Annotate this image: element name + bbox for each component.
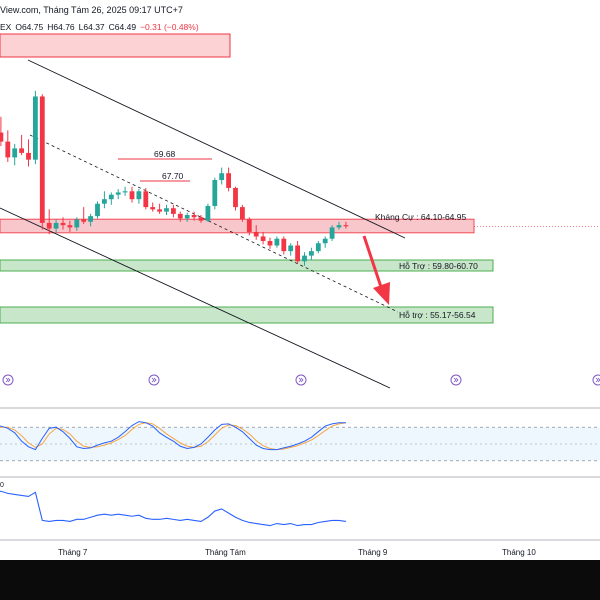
- bottom-bar: [0, 560, 600, 600]
- month-label-sep: Tháng 9: [358, 548, 388, 557]
- candle-body: [295, 245, 300, 262]
- candle-body: [177, 213, 183, 219]
- top-resistance-box: [0, 33, 231, 58]
- candle-body: [95, 203, 100, 217]
- candle-body: [274, 238, 280, 246]
- candle-body: [233, 187, 238, 208]
- candle-body: [288, 245, 294, 252]
- candle-body: [336, 225, 342, 228]
- candle-body: [309, 251, 314, 256]
- candle-body: [129, 191, 135, 200]
- candle-body: [212, 180, 218, 206]
- candle-body: [198, 217, 204, 221]
- candle-body: [191, 215, 197, 218]
- peak2-label: 67.70: [162, 171, 184, 181]
- candle-body: [164, 208, 169, 212]
- support1-label: Hỗ Trợ : 59.80-60.70: [399, 261, 478, 271]
- peak1-label: 69.68: [154, 149, 176, 159]
- candle-body: [60, 222, 66, 226]
- rsi-line: [0, 490, 346, 527]
- candle-body: [246, 219, 252, 232]
- candle-body: [81, 219, 87, 222]
- candle-body: [157, 209, 162, 212]
- candle-body: [12, 148, 18, 158]
- candle-body: [267, 240, 273, 246]
- resistance-label: Kháng Cự : 64.10-64.95: [375, 212, 467, 222]
- candle-body: [184, 215, 190, 219]
- candle-body: [26, 152, 31, 160]
- candle-body: [136, 191, 142, 200]
- candle-body: [253, 231, 259, 237]
- month-label-oct: Tháng 10: [502, 548, 536, 557]
- event-marker-icon: [592, 374, 600, 386]
- support2-label: Hỗ trợ : 55.17-56.54: [399, 310, 476, 320]
- month-label-jul: Tháng 7: [58, 548, 88, 557]
- candle-body: [171, 208, 176, 214]
- candle-body: [102, 199, 107, 204]
- candle-body: [122, 191, 128, 193]
- candle-body: [108, 194, 114, 200]
- channel-upper-line: [27, 59, 406, 239]
- candle-body: [115, 192, 121, 195]
- candle-body: [281, 238, 287, 252]
- rsi-value-label: 0: [0, 482, 4, 489]
- candle-body: [33, 96, 38, 160]
- candle-body: [205, 205, 211, 221]
- candle-body: [219, 173, 225, 180]
- candle-body: [143, 191, 149, 208]
- candle-body: [88, 216, 93, 222]
- candle-body: [19, 148, 24, 153]
- candle-body: [302, 255, 307, 262]
- candle-body: [226, 173, 231, 188]
- candle-body: [150, 207, 156, 210]
- candle-body: [39, 96, 45, 223]
- candle-body: [46, 222, 52, 229]
- candle-body: [67, 225, 73, 228]
- candle-body: [315, 243, 321, 252]
- candle-body: [343, 225, 349, 227]
- month-label-aug: Tháng Tám: [205, 548, 246, 557]
- candle-body: [240, 207, 245, 220]
- down-arrow-head: [373, 282, 390, 305]
- price-chart-svg[interactable]: [0, 0, 600, 560]
- candle-body: [329, 227, 335, 239]
- candle-body: [322, 238, 328, 244]
- candle-body: [53, 222, 59, 229]
- chart-area[interactable]: View.com, Tháng Tám 26, 2025 09:17 UTC+7…: [0, 0, 600, 560]
- candle-body: [5, 141, 11, 158]
- candle-body: [260, 236, 266, 241]
- candle-body: [0, 132, 4, 142]
- candle-body: [74, 219, 80, 228]
